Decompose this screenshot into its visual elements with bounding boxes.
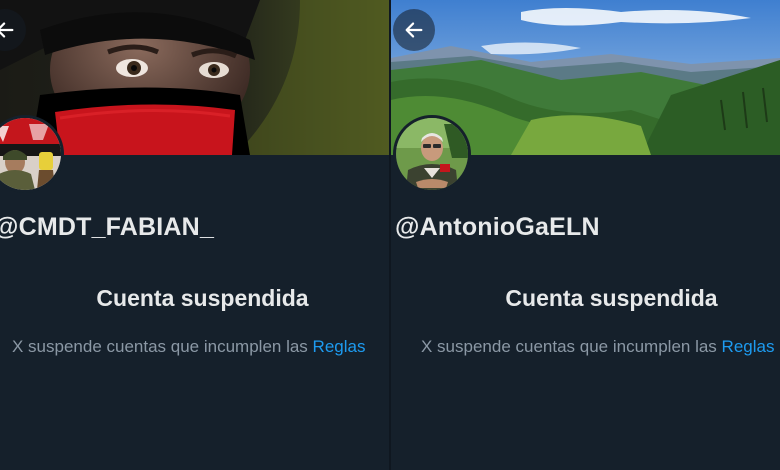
avatar-image — [0, 118, 61, 190]
rules-link[interactable]: Reglas — [313, 337, 366, 356]
profile-panel-cmdt-fabian: @CMDT_FABIAN_ Cuenta suspendida X suspen… — [0, 0, 389, 470]
back-button[interactable] — [393, 9, 435, 51]
suspended-title: Cuenta suspendida — [96, 285, 309, 311]
suspended-text: X suspende cuentas que incumplen las — [12, 337, 308, 356]
profile-banner — [0, 0, 389, 155]
suspended-description: X suspende cuentas que incumplen las Reg… — [421, 337, 774, 357]
arrow-left-icon — [0, 22, 14, 38]
avatar-image — [396, 118, 468, 190]
suspended-title: Cuenta suspendida — [505, 285, 718, 311]
suspended-description: X suspende cuentas que incumplen las Reg… — [12, 337, 365, 357]
profile-handle: @AntonioGaELN — [395, 213, 600, 241]
arrow-left-icon — [405, 22, 423, 38]
suspended-text: X suspende cuentas que incumplen las — [421, 337, 717, 356]
split-screenshot: @CMDT_FABIAN_ Cuenta suspendida X suspen… — [0, 0, 780, 470]
profile-panel-antoniogaeln: @AntonioGaELN Cuenta suspendida X suspen… — [391, 0, 780, 470]
rules-link[interactable]: Reglas — [722, 337, 775, 356]
banner-image — [0, 0, 389, 155]
avatar[interactable] — [393, 115, 471, 193]
profile-handle: @CMDT_FABIAN_ — [0, 213, 215, 241]
